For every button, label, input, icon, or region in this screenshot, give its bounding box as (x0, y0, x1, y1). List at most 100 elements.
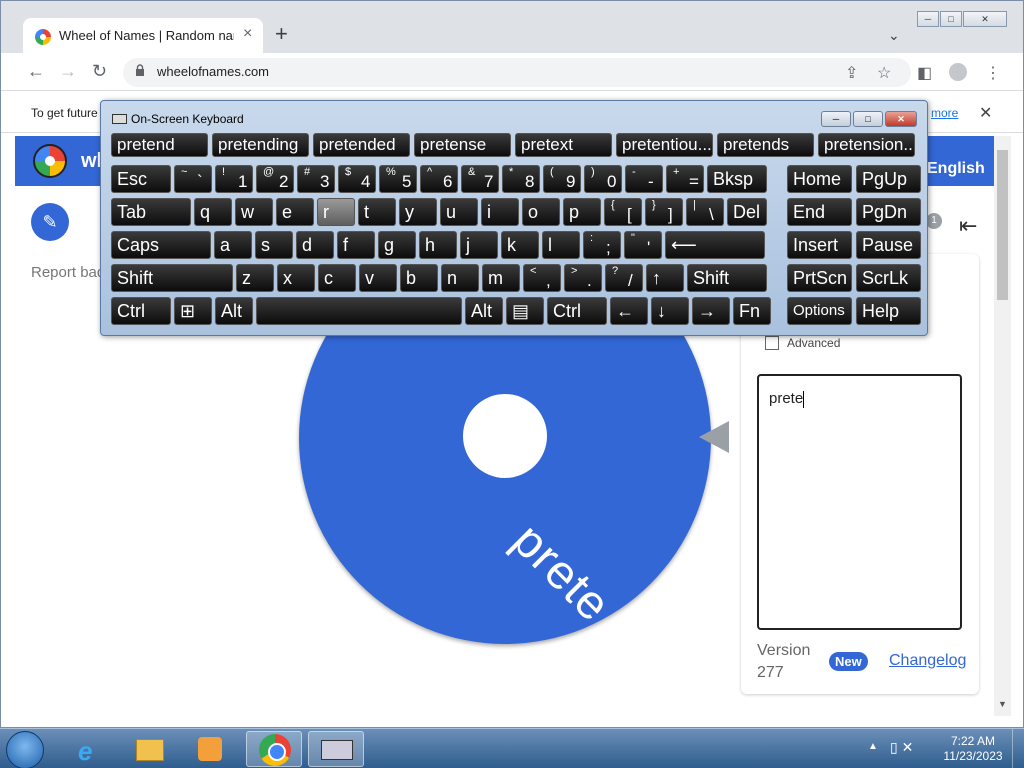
key-o[interactable]: o (522, 198, 560, 226)
share-icon[interactable]: ⇪ (845, 63, 858, 83)
wheel-logo-icon[interactable] (33, 144, 67, 178)
scrollbar-thumb[interactable] (997, 150, 1008, 300)
key-d[interactable]: d (296, 231, 334, 259)
advanced-checkbox[interactable] (765, 336, 779, 350)
key-Alt[interactable]: Alt (465, 297, 503, 325)
key-9[interactable]: (9 (543, 165, 581, 193)
key-l[interactable]: l (542, 231, 580, 259)
key-8[interactable]: * 8 (502, 165, 540, 193)
key-g[interactable]: g (378, 231, 416, 259)
key-Tab[interactable]: Tab (111, 198, 191, 226)
key-y[interactable]: y (399, 198, 437, 226)
key-v[interactable]: v (359, 264, 397, 292)
collapse-panel-icon[interactable]: ⇤ (959, 213, 977, 239)
tab-search-chevron-icon[interactable]: ⌄ (888, 27, 900, 44)
key-pgup[interactable]: PgUp (856, 165, 921, 193)
key-pause[interactable]: Pause (856, 231, 921, 259)
changelog-link[interactable]: Changelog (889, 652, 966, 670)
key-Alt[interactable]: Alt (215, 297, 253, 325)
bookmark-star-icon[interactable]: ☆ (877, 63, 891, 83)
prediction-key[interactable]: pretends (717, 133, 814, 157)
back-arrow-icon[interactable]: ← (27, 61, 45, 82)
edit-pencil-icon[interactable]: ✎ (31, 203, 69, 241)
key-h[interactable]: h (419, 231, 457, 259)
key-Shift[interactable]: Shift (111, 264, 233, 292)
address-bar[interactable]: wheelofnames.com (123, 58, 911, 87)
key-symbol[interactable]: -- (625, 165, 663, 193)
key-help[interactable]: Help (856, 297, 921, 325)
tray-icons[interactable]: ▯ ✕ (890, 739, 913, 756)
names-textarea[interactable]: prete (757, 374, 962, 630)
key-Shift[interactable]: Shift (687, 264, 767, 292)
key-4[interactable]: $4 (338, 165, 376, 193)
key-Caps[interactable]: Caps (111, 231, 211, 259)
key-s[interactable]: s (255, 231, 293, 259)
key-x[interactable]: x (277, 264, 315, 292)
key-symbol[interactable]: ⟵ (665, 231, 765, 259)
key-k[interactable]: k (501, 231, 539, 259)
wheel-hub[interactable] (463, 394, 547, 478)
key-space[interactable] (256, 297, 462, 325)
key-symbol[interactable]: | \ (686, 198, 724, 226)
tab-wheel-of-names[interactable]: Wheel of Names | Random name picker × (23, 18, 263, 53)
key-e[interactable]: e (276, 198, 314, 226)
key-f[interactable]: f (337, 231, 375, 259)
key-t[interactable]: t (358, 198, 396, 226)
key-Esc[interactable]: Esc (111, 165, 171, 193)
key-symbol[interactable]: ← (610, 297, 648, 325)
maximize-button[interactable]: □ (940, 11, 962, 27)
menu-kebab-icon[interactable]: ⋮ (985, 63, 1001, 83)
minimize-button[interactable]: ─ (917, 11, 939, 27)
tray-chevron-icon[interactable]: ▲ (868, 741, 878, 752)
prediction-key[interactable]: pretense (414, 133, 511, 157)
prediction-key[interactable]: pretending (212, 133, 309, 157)
key-b[interactable]: b (400, 264, 438, 292)
key-3[interactable]: #3 (297, 165, 335, 193)
tab-close-icon[interactable]: × (243, 25, 252, 43)
key-0[interactable]: ) 0 (584, 165, 622, 193)
language-selector[interactable]: English (927, 160, 985, 178)
key-scrlk[interactable]: ScrLk (856, 264, 921, 292)
key-7[interactable]: & 7 (461, 165, 499, 193)
key-pgdn[interactable]: PgDn (856, 198, 921, 226)
key-a[interactable]: a (214, 231, 252, 259)
key-Bksp[interactable]: Bksp (707, 165, 767, 193)
taskbar-ie[interactable]: e (62, 731, 118, 767)
key-symbol[interactable]: + = (666, 165, 704, 193)
key-j[interactable]: j (460, 231, 498, 259)
key-u[interactable]: u (440, 198, 478, 226)
forward-arrow-icon[interactable]: → (59, 61, 77, 82)
key-symbol[interactable]: ~ ` (174, 165, 212, 193)
key-symbol[interactable]: ↑ (646, 264, 684, 292)
taskbar-media[interactable] (182, 731, 238, 767)
key-q[interactable]: q (194, 198, 232, 226)
key-end[interactable]: End (787, 198, 852, 226)
key-options[interactable]: Options (787, 297, 852, 325)
prediction-key[interactable]: pretext (515, 133, 612, 157)
reload-icon[interactable]: ↻ (92, 61, 107, 82)
key-z[interactable]: z (236, 264, 274, 292)
new-tab-button[interactable]: + (275, 23, 288, 45)
scroll-down-arrow-icon[interactable]: ▼ (998, 699, 1007, 709)
key-Ctrl[interactable]: Ctrl (547, 297, 607, 325)
key-symbol[interactable]: :; (583, 231, 621, 259)
key-Fn[interactable]: Fn (733, 297, 771, 325)
advanced-option[interactable]: Advanced (765, 336, 840, 350)
key-p[interactable]: p (563, 198, 601, 226)
key-insert[interactable]: Insert (787, 231, 852, 259)
key-Ctrl[interactable]: Ctrl (111, 297, 171, 325)
key-c[interactable]: c (318, 264, 356, 292)
key-n[interactable]: n (441, 264, 479, 292)
key-symbol[interactable]: ↓ (651, 297, 689, 325)
key-r[interactable]: r (317, 198, 355, 226)
key-1[interactable]: ! 1 (215, 165, 253, 193)
key-i[interactable]: i (481, 198, 519, 226)
prediction-key[interactable]: pretended (313, 133, 410, 157)
key-symbol[interactable]: → (692, 297, 730, 325)
key-6[interactable]: ^ 6 (420, 165, 458, 193)
key-2[interactable]: @2 (256, 165, 294, 193)
key-symbol[interactable]: <, (523, 264, 561, 292)
vertical-scrollbar[interactable]: ▼ (994, 136, 1011, 716)
key-symbol[interactable]: ? / (605, 264, 643, 292)
key-symbol[interactable]: }] (645, 198, 683, 226)
